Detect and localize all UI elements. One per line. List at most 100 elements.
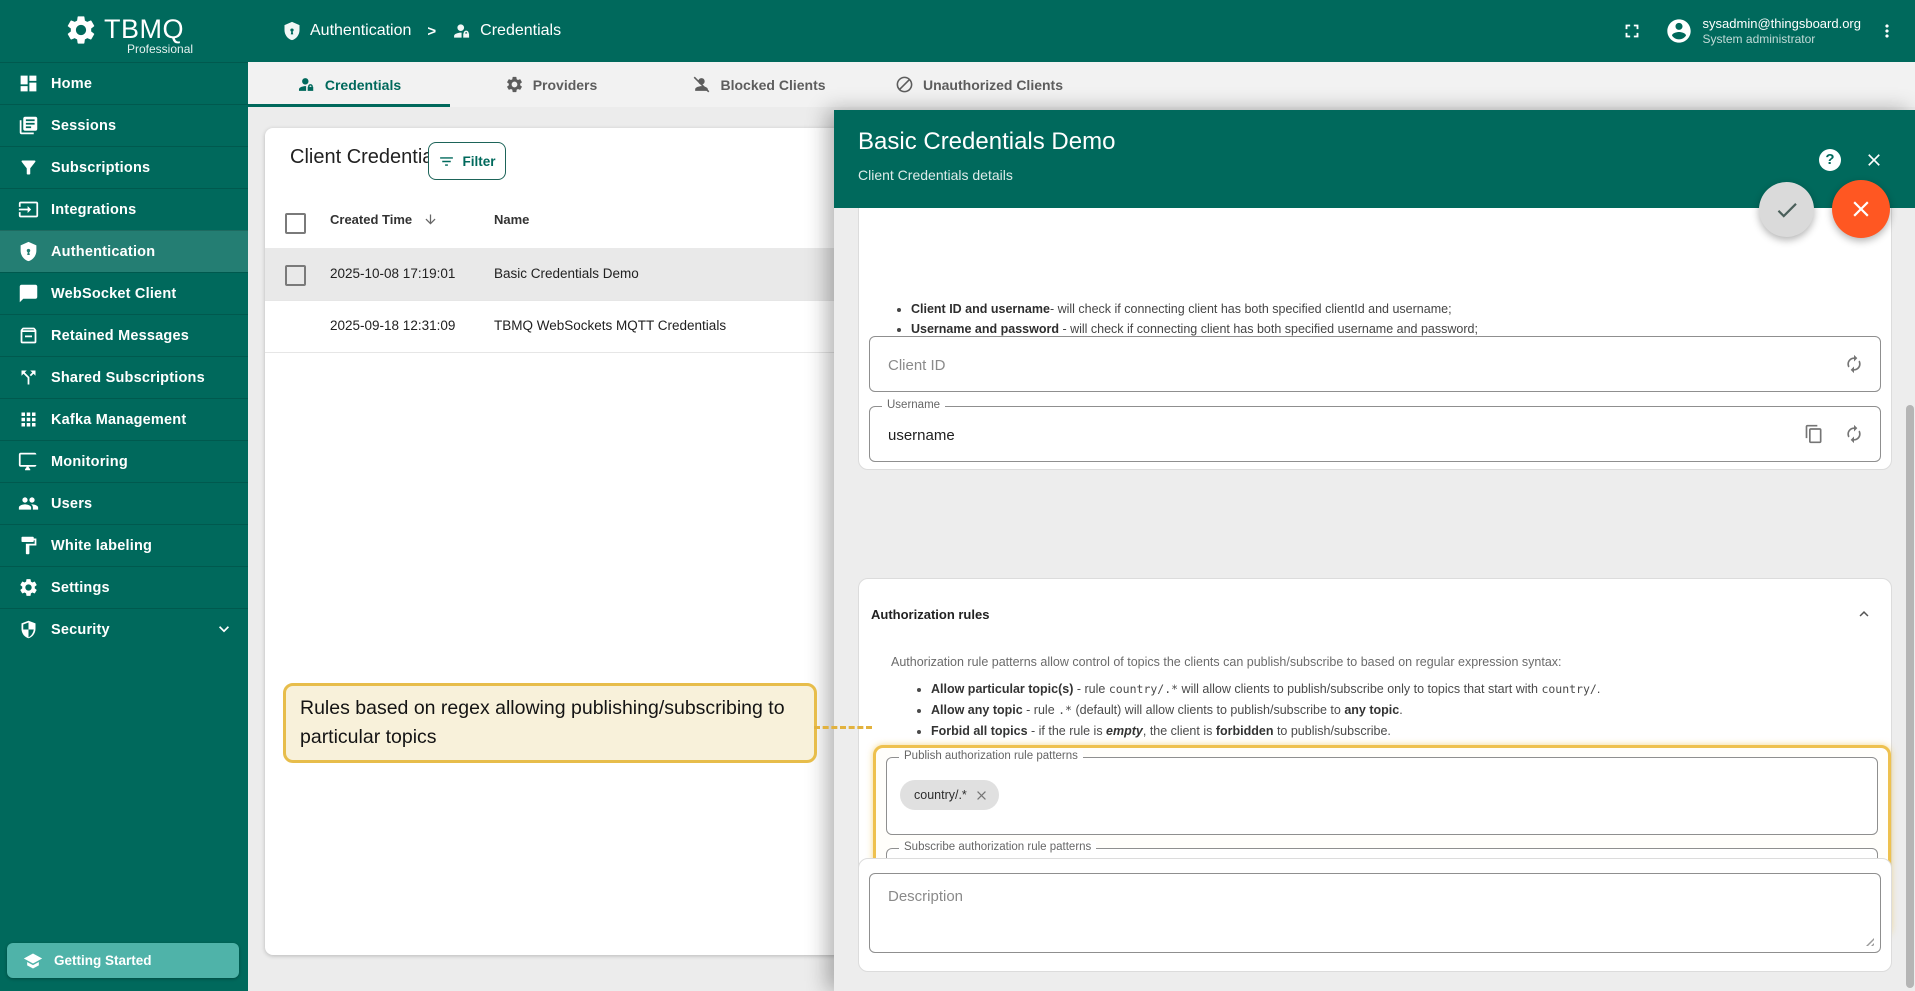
subscribe-patterns-label: Subscribe authorization rule patterns	[899, 841, 1096, 853]
brand-name: TBMQ	[104, 14, 184, 45]
sidebar-item-label: Integrations	[51, 202, 136, 218]
sidebar-item-kafka-management[interactable]: Kafka Management	[0, 398, 248, 440]
sidebar-item-label: Kafka Management	[51, 412, 186, 428]
tab-label: Unauthorized Clients	[923, 77, 1063, 93]
drawer-header: Basic Credentials Demo Client Credential…	[834, 110, 1915, 208]
sidebar-item-label: Home	[51, 76, 92, 92]
getting-started-button[interactable]: Getting Started	[7, 943, 239, 978]
row-checkbox[interactable]	[285, 265, 306, 286]
sidebar-nav: Home Sessions Subscriptions Integrations…	[0, 62, 248, 650]
publish-patterns-field[interactable]: Publish authorization rule patterns coun…	[886, 757, 1878, 835]
help-icon[interactable]: ?	[1819, 149, 1841, 171]
regenerate-icon[interactable]	[1844, 424, 1864, 444]
sidebar-item-retained-messages[interactable]: Retained Messages	[0, 314, 248, 356]
client-id-input[interactable]	[886, 337, 1740, 393]
user-block[interactable]: sysadmin@thingsboard.org System administ…	[1703, 15, 1861, 47]
cell-name: Basic Credentials Demo	[494, 266, 639, 281]
apply-fab-button[interactable]	[1759, 182, 1814, 237]
sidebar-item-integrations[interactable]: Integrations	[0, 188, 248, 230]
username-field: Username	[869, 406, 1881, 462]
kebab-menu-icon[interactable]	[1877, 21, 1897, 41]
column-header-name[interactable]: Name	[494, 212, 529, 227]
monitor-icon	[18, 451, 39, 472]
cell-created-time: 2025-10-08 17:19:01	[330, 266, 455, 281]
active-tab-indicator	[248, 104, 450, 107]
description-input[interactable]	[886, 886, 1860, 945]
scrollbar-thumb[interactable]	[1906, 405, 1914, 988]
sidebar-item-white-labeling[interactable]: White labeling	[0, 524, 248, 566]
sidebar-item-websocket-client[interactable]: WebSocket Client	[0, 272, 248, 314]
breadcrumb-page[interactable]: Credentials	[480, 22, 561, 40]
book-icon	[18, 115, 39, 136]
sidebar-item-subscriptions[interactable]: Subscriptions	[0, 146, 248, 188]
username-input[interactable]	[886, 407, 1740, 463]
sidebar-item-shared-subscriptions[interactable]: Shared Subscriptions	[0, 356, 248, 398]
tab-blocked-clients[interactable]: Blocked Clients	[652, 62, 866, 107]
annotation-connector-line	[814, 726, 872, 729]
dashboard-icon	[18, 73, 39, 94]
breadcrumb-separator: >	[427, 23, 436, 40]
gear-icon	[18, 577, 39, 598]
person-lock-icon	[297, 75, 316, 94]
description-card	[858, 858, 1892, 972]
cell-created-time: 2025-09-18 12:31:09	[330, 318, 455, 333]
cell-name: TBMQ WebSockets MQTT Credentials	[494, 318, 726, 333]
column-header-created-time[interactable]: Created Time	[330, 212, 412, 227]
sidebar-item-monitoring[interactable]: Monitoring	[0, 440, 248, 482]
sort-descending-icon[interactable]	[423, 212, 438, 227]
tab-label: Credentials	[325, 77, 401, 93]
breadcrumb: Authentication > Credentials	[282, 0, 561, 62]
details-drawer: Client ID and username- will check if co…	[834, 110, 1915, 991]
sidebar-item-sessions[interactable]: Sessions	[0, 104, 248, 146]
fullscreen-icon[interactable]	[1621, 20, 1643, 42]
drawer-content: Client ID and username- will check if co…	[834, 208, 1915, 991]
sidebar-item-settings[interactable]: Settings	[0, 566, 248, 608]
sidebar-item-label: Subscriptions	[51, 160, 150, 176]
topbar-right: sysadmin@thingsboard.org System administ…	[1621, 0, 1915, 62]
apps-grid-icon	[18, 409, 39, 430]
pattern-chip[interactable]: country/.*	[900, 780, 999, 810]
topbar: Authentication > Credentials sysadmin@th…	[248, 0, 1915, 62]
check-icon	[1774, 197, 1800, 223]
tab-label: Blocked Clients	[720, 77, 825, 93]
annotation-callout: Rules based on regex allowing publishing…	[283, 683, 817, 763]
discard-fab-button[interactable]	[1832, 180, 1890, 238]
tab-credentials[interactable]: Credentials	[248, 62, 450, 107]
list-item: Forbid all topics - if the rule is empty…	[931, 725, 1600, 739]
user-role: System administrator	[1703, 32, 1861, 47]
tab-unauthorized-clients[interactable]: Unauthorized Clients	[866, 62, 1092, 107]
sidebar-item-home[interactable]: Home	[0, 62, 248, 104]
tab-providers[interactable]: Providers	[450, 62, 652, 107]
breadcrumb-section[interactable]: Authentication	[310, 22, 411, 40]
tbmq-logo-icon	[64, 13, 98, 47]
sidebar-item-users[interactable]: Users	[0, 482, 248, 524]
list-item: Username and password - will check if co…	[911, 323, 1549, 336]
sidebar-item-label: White labeling	[51, 538, 152, 554]
chevron-up-icon[interactable]	[1855, 605, 1873, 623]
person-lock-icon	[452, 21, 472, 41]
select-all-checkbox[interactable]	[285, 213, 306, 234]
paint-icon	[18, 535, 39, 556]
filter-button[interactable]: Filter	[428, 142, 506, 180]
block-icon	[895, 75, 914, 94]
avatar[interactable]	[1665, 17, 1693, 45]
filter-button-label: Filter	[462, 154, 495, 169]
people-icon	[18, 493, 39, 514]
remove-chip-icon[interactable]	[974, 788, 989, 803]
input-icon	[18, 199, 39, 220]
close-icon[interactable]	[1864, 150, 1884, 170]
sidebar-item-security[interactable]: Security	[0, 608, 248, 650]
archive-icon	[18, 325, 39, 346]
brand-logo[interactable]: TBMQ Professional	[0, 0, 248, 62]
copy-icon[interactable]	[1804, 424, 1824, 444]
call-split-icon	[18, 367, 39, 388]
sidebar-item-authentication[interactable]: Authentication	[0, 230, 248, 272]
person-off-icon	[692, 75, 711, 94]
sidebar-item-label: Security	[51, 622, 110, 638]
tab-bar: Credentials Providers Blocked Clients Un…	[248, 62, 1915, 107]
regenerate-icon[interactable]	[1844, 354, 1864, 374]
resize-handle-icon[interactable]	[1865, 937, 1875, 947]
app-window: TBMQ Professional Home Sessions Subscrip…	[0, 0, 1915, 991]
filter-list-icon	[438, 153, 455, 170]
publish-patterns-label: Publish authorization rule patterns	[899, 750, 1083, 762]
